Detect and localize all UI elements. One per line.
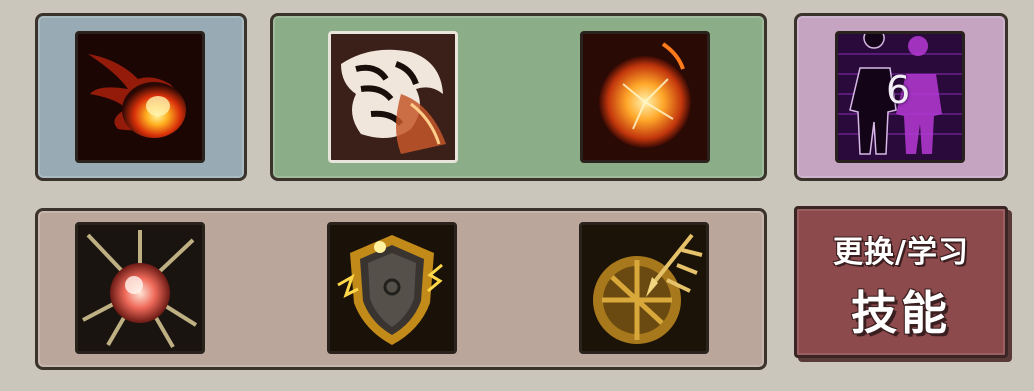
radiant-orb-icon (78, 225, 202, 351)
skill-slot-sun-orb[interactable] (580, 31, 710, 163)
skill-slot-shadow-clone[interactable]: 6 (835, 31, 965, 163)
fire-comet-icon (78, 34, 202, 160)
skill-slot-golden-strike[interactable] (579, 222, 709, 354)
skill-slot-lightning-shield[interactable] (327, 222, 457, 354)
lightning-shield-icon (330, 225, 454, 351)
golden-strike-icon (582, 225, 706, 351)
change-learn-skill-button[interactable]: 更换/学习 技能 (794, 206, 1008, 358)
sun-orb-icon (583, 34, 707, 160)
skill-slot-fire-comet[interactable] (75, 31, 205, 163)
change-skill-label-line2: 技能 (851, 286, 951, 340)
tiger-roar-icon (331, 34, 455, 160)
change-skill-label-line1: 更换/学习 (833, 235, 969, 270)
shadow-clone-icon (838, 34, 962, 160)
skill-slot-tiger-roar[interactable] (328, 31, 458, 163)
skill-slot-radiant-orb[interactable] (75, 222, 205, 354)
